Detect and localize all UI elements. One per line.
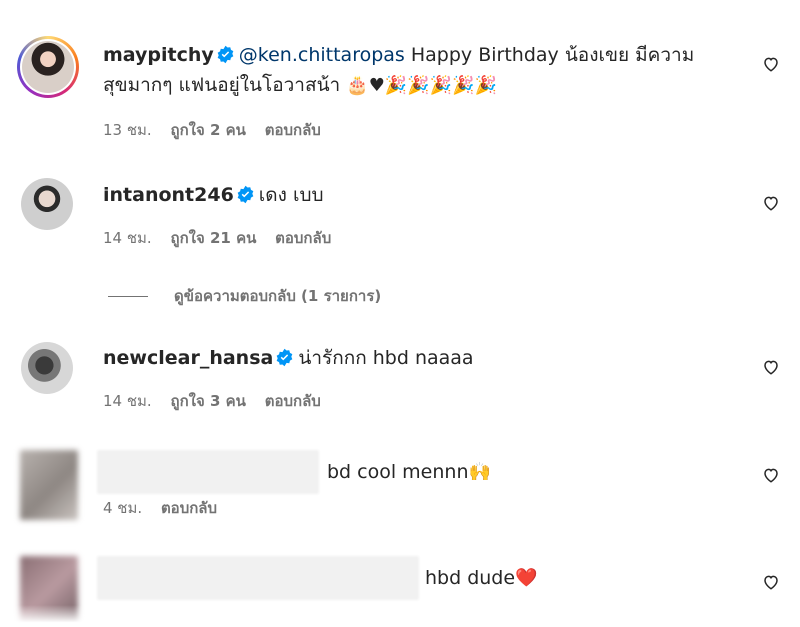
comment-body: hbd dude❤️ <box>97 556 730 600</box>
verified-badge-icon <box>217 45 234 64</box>
avatar[interactable] <box>20 450 78 520</box>
comment-meta: 13 ชม. ถูกใจ 2 คน ตอบกลับ <box>103 118 335 142</box>
avatar[interactable] <box>21 342 73 394</box>
likes-count[interactable]: ถูกใจ 21 คน <box>170 229 256 247</box>
heart-outline-icon[interactable] <box>762 194 780 212</box>
likes-count[interactable]: ถูกใจ 2 คน <box>170 121 245 139</box>
username[interactable]: maypitchy <box>103 44 214 66</box>
likes-count[interactable]: ถูกใจ 3 คน <box>170 392 245 410</box>
avatar[interactable] <box>17 36 79 98</box>
reply-button[interactable]: ตอบกลับ <box>275 229 331 247</box>
comment-text: เดง เบบ <box>258 184 324 206</box>
verified-badge-icon <box>276 348 293 367</box>
avatar[interactable] <box>21 178 73 230</box>
comment-body: intanont246 เดง เบบ <box>103 180 730 210</box>
reply-button[interactable]: ตอบกลับ <box>265 392 321 410</box>
redacted-username <box>97 556 419 600</box>
timestamp[interactable]: 14 ชม. <box>103 392 152 410</box>
reply-button[interactable]: ตอบกลับ <box>265 121 321 139</box>
username[interactable]: intanont246 <box>103 184 234 206</box>
view-replies-label: ดูข้อความตอบกลับ (1 รายการ) <box>174 287 382 305</box>
comment-text: Happy Birthday น้องเขย มีความ <box>410 44 695 66</box>
reply-button[interactable]: ตอบกลับ <box>161 499 217 517</box>
comment-meta: 14 ชม. ถูกใจ 3 คน ตอบกลับ <box>103 389 335 413</box>
divider <box>108 295 148 297</box>
scroll-fade <box>0 605 800 627</box>
comment-feed: maypitchy @ken.chittaropas Happy Birthday… <box>0 0 800 627</box>
verified-badge-icon <box>237 185 254 204</box>
redacted-username <box>97 450 319 494</box>
timestamp[interactable]: 4 ชม. <box>103 499 142 517</box>
username[interactable]: newclear_hansa <box>103 347 273 369</box>
timestamp[interactable]: 14 ชม. <box>103 229 152 247</box>
comment-body: newclear_hansa น่ารักกก hbd naaaa <box>103 343 730 373</box>
comment-meta: 14 ชม. ถูกใจ 21 คน ตอบกลับ <box>103 226 345 250</box>
mention-link[interactable]: @ken.chittaropas <box>239 44 405 66</box>
heart-outline-icon[interactable] <box>762 466 780 484</box>
heart-outline-icon[interactable] <box>762 358 780 376</box>
comment-body: maypitchy @ken.chittaropas Happy Birthday… <box>103 40 730 101</box>
heart-outline-icon[interactable] <box>762 573 780 591</box>
comment-text: bd cool mennn <box>327 460 469 483</box>
heart-outline-icon[interactable] <box>762 55 780 73</box>
comment-text: น่ารักกก hbd naaaa <box>298 347 474 369</box>
comment-meta: 4 ชม. ตอบกลับ <box>103 496 231 520</box>
view-replies-button[interactable]: ดูข้อความตอบกลับ (1 รายการ) <box>108 284 381 308</box>
emoji-text: 🙌 <box>468 461 491 483</box>
timestamp[interactable]: 13 ชม. <box>103 121 152 139</box>
comment-text: hbd dude <box>425 566 516 589</box>
comment-text: สุขมากๆ แฟนอยู่ในโอวาสน้า <box>103 74 341 96</box>
emoji-text: 🎂♥🎉🎉🎉🎉🎉 <box>346 75 497 96</box>
emoji-text: ❤️ <box>515 567 538 589</box>
comment-body: bd cool mennn🙌 <box>97 450 730 494</box>
